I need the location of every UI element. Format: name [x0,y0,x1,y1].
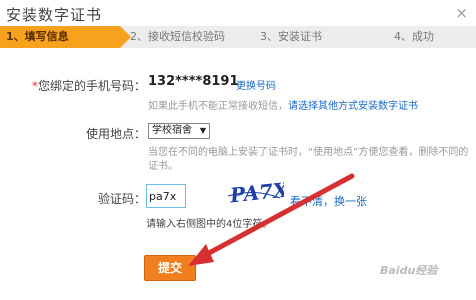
submit-button[interactable]: 提交 [144,255,196,281]
step-2: 2、接收短信校验码 [130,30,225,43]
refresh-captcha-link[interactable]: 看不清，换一张 [290,193,367,209]
step-progress-bar: 1、填写信息 2、接收短信校验码 3、安装证书 4、成功 [0,26,476,48]
phone-label: *您绑定的手机号码： [30,77,146,94]
step-1-active: 1、填写信息 [0,26,131,48]
location-hint: 当您在不同的电脑上安装了证书时，“使用地点”方便您查看，删除不同的证书。 [148,147,469,172]
watermark: Baidu经验 [380,264,438,277]
location-select[interactable]: 学校宿舍 ▼ [148,123,210,139]
captcha-hint: 请输入右侧图中的4位字符。 [146,219,273,230]
location-selected-value: 学校宿舍 [152,125,192,136]
change-number-link[interactable]: 更换号码 [236,77,276,92]
step-3: 3、安装证书 [260,30,322,43]
phone-number: 132****8191 [148,74,239,89]
step-4: 4、成功 [394,30,434,43]
phone-label-text: 您绑定的手机号码： [37,79,146,93]
close-icon[interactable]: × [455,4,468,22]
captcha-input[interactable] [146,184,186,208]
dialog-title: 安装数字证书 [6,6,103,24]
phone-hint-text: 如果此手机不能正常接收短信， [148,101,288,112]
location-label: 使用地点： [85,127,146,141]
other-method-link[interactable]: 请选择其他方式安装数字证书 [288,101,418,112]
phone-hint: 如果此手机不能正常接收短信，请选择其他方式安装数字证书 [148,97,418,112]
dropdown-arrow-icon: ▼ [199,126,206,135]
captcha-image[interactable]: PA7X [224,176,284,210]
captcha-label: 验证码： [97,192,146,206]
